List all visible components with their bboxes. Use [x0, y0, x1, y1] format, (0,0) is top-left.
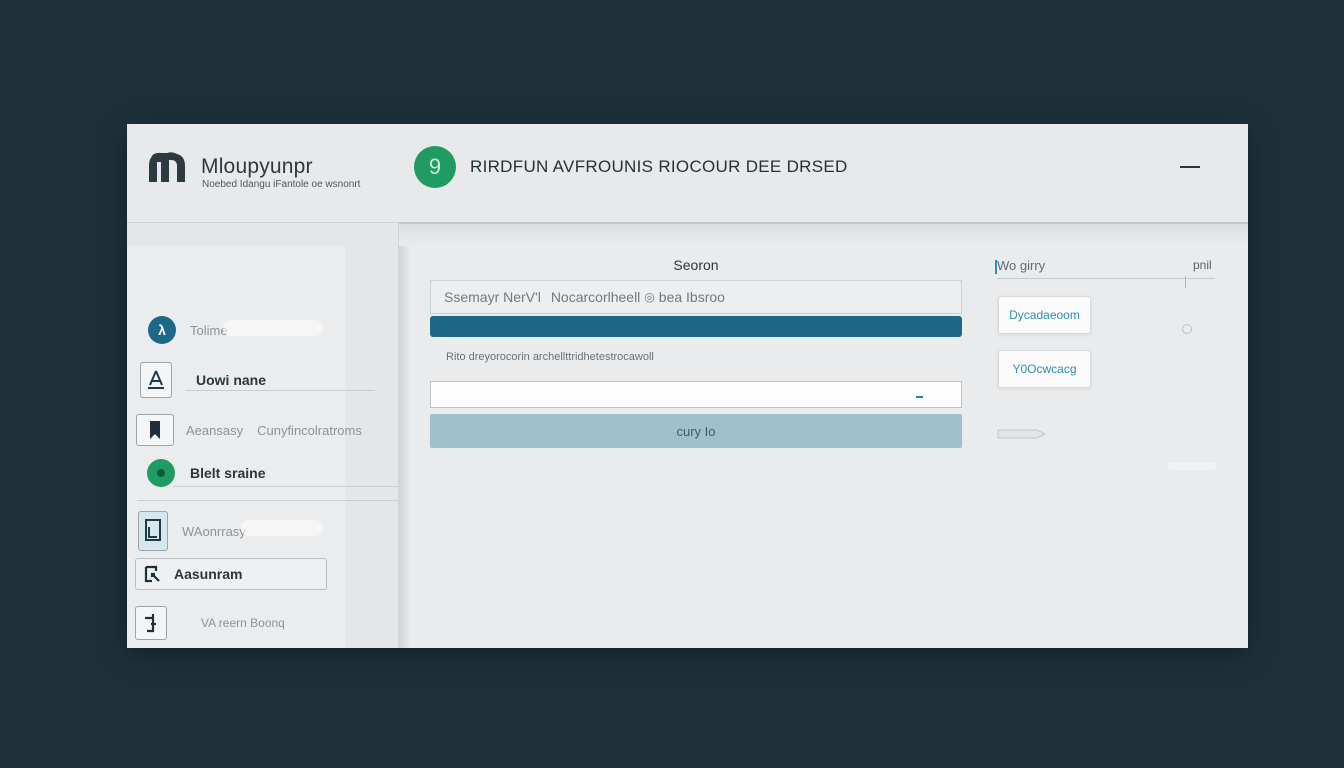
app-subtitle: Noebed Idangu iFantole oe wsnonrt [202, 179, 361, 190]
sidebar-item-label: Blelt sraine [190, 465, 266, 481]
sidebar: Mloupyunpr Noebed Idangu iFantole oe wsn… [127, 124, 411, 648]
search-text-tail: bea Ibsroo [658, 289, 725, 305]
divider [137, 500, 399, 501]
divider [173, 486, 399, 487]
sidebar-item-placeholder [241, 520, 323, 536]
side-divider [997, 278, 1215, 279]
section-heading: Seoron [673, 257, 719, 273]
hint-text: Rito dreyorocorin archellttridhetestroca… [446, 351, 654, 363]
bookmark-icon [136, 414, 174, 446]
sidebar-item-wa[interactable]: WAonrrasy [138, 511, 246, 551]
apply-button-label: cury Io [676, 423, 716, 439]
primary-action-bar[interactable] [430, 316, 962, 337]
search-input[interactable]: Ssemayr NerV'l Nocarcorlheell ◎ bea Ibsr… [430, 280, 962, 314]
sidebar-item-va-reern[interactable]: VA reern Boonq [135, 606, 285, 640]
sidebar-item-aasunram[interactable]: Aasunram [135, 558, 327, 590]
text-input-field[interactable] [430, 381, 962, 408]
tool-icon [136, 564, 170, 584]
side-column-aux: pnil [1193, 258, 1212, 272]
placeholder-bar [1167, 462, 1217, 470]
chip-2[interactable]: Y0Ocwcacg [998, 350, 1091, 388]
minimize-button[interactable] [1180, 166, 1200, 168]
sidebar-item-label: VA reern Boonq [201, 616, 285, 630]
sidebar-item-secondary: Cunyfincolratroms [257, 422, 362, 438]
search-icon: ◎ [644, 290, 655, 304]
top-header: 9 RIRDFUN AVFROUNIS RIOCOUR DEE DRSED [399, 124, 1248, 224]
document-icon [138, 511, 168, 551]
sidebar-item-tolime[interactable]: λ Tolime [148, 316, 228, 344]
divider [185, 390, 375, 391]
app-title: Mloupyunpr [201, 155, 313, 178]
main-content: Seoron Ssemayr NerV'l Nocarcorlheell ◎ b… [399, 224, 1248, 648]
header-logo-icon: 9 [414, 146, 456, 188]
sidebar-item-label: Aasunram [174, 566, 243, 582]
sidebar-item-label: WAonrrasy [182, 523, 246, 539]
content-band [399, 224, 1248, 246]
person-icon [140, 362, 172, 398]
sidebar-item-label: Uowi nane [196, 372, 267, 388]
small-search-icon[interactable] [1182, 324, 1192, 334]
app-window: Mloupyunpr Noebed Idangu iFantole oe wsn… [127, 124, 1248, 648]
brand-area: Mloupyunpr Noebed Idangu iFantole oe wsn… [127, 124, 399, 223]
app-logo-icon [149, 152, 185, 182]
lambda-icon: λ [148, 316, 176, 344]
side-tick [1185, 276, 1186, 288]
box-icon [135, 606, 167, 640]
sidebar-item-blelt-sraine[interactable]: Blelt sraine [147, 459, 265, 487]
sidebar-item-label: Aeansasy [186, 422, 244, 438]
text-caret-icon [916, 396, 923, 398]
sidebar-item-placeholder [223, 320, 323, 336]
header-title: RIRDFUN AVFROUNIS RIOCOUR DEE DRSED [470, 157, 848, 176]
chip-label: Y0Ocwcacg [1012, 362, 1077, 376]
side-column-label: Wo girry [994, 258, 1046, 274]
sidebar-item-label: Tolime [190, 322, 228, 338]
green-dot-icon [147, 459, 175, 487]
sidebar-item-user-name[interactable]: Uowi nane [140, 362, 266, 398]
apply-button[interactable]: cury Io [430, 414, 962, 448]
search-text-secondary: Nocarcorlheell [550, 289, 641, 305]
chip-label: Dycadaeoom [1009, 308, 1080, 322]
arrow-right-icon[interactable] [997, 426, 1047, 442]
sidebar-item-aeansasy[interactable]: Aeansasy Cunyfincolratroms [136, 414, 362, 446]
chip-1[interactable]: Dycadaeoom [998, 296, 1091, 334]
search-text: Ssemayr NerV'l [444, 289, 541, 305]
header-logo-glyph: 9 [428, 154, 442, 179]
